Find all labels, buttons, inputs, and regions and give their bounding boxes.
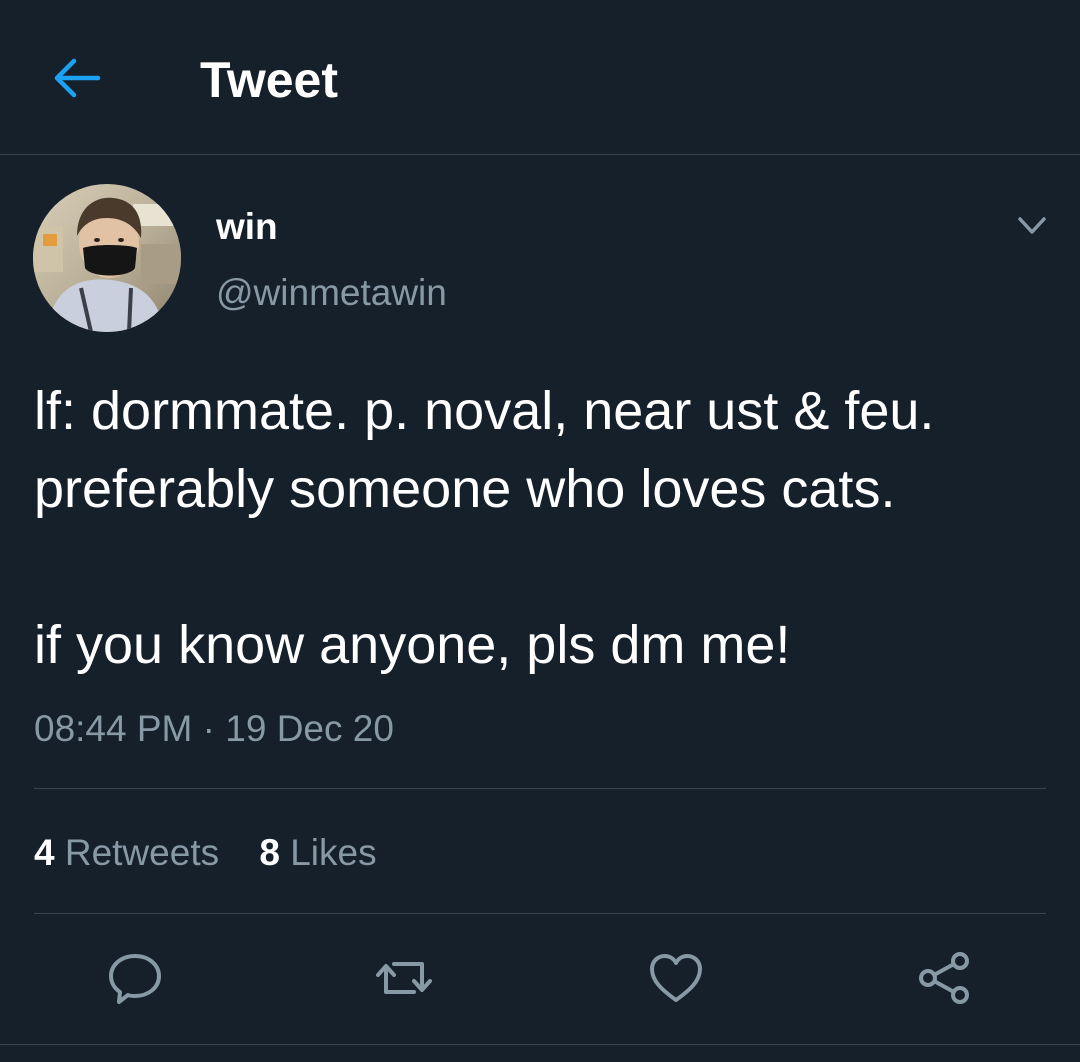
tweet-text-line (34, 528, 1064, 606)
tweet-date: 19 Dec 20 (225, 708, 394, 749)
chevron-down-icon (1018, 217, 1046, 234)
tweet-timestamp[interactable]: 08:44 PM · 19 Dec 20 (34, 706, 394, 752)
back-button[interactable] (48, 52, 104, 104)
retweets-count: 4 (34, 832, 55, 873)
like-button[interactable] (646, 948, 706, 1008)
reply-icon (109, 954, 161, 1004)
tweet-text-line: preferably someone who loves cats. (34, 459, 896, 519)
likes-stat[interactable]: 8 Likes (259, 832, 376, 873)
retweets-label: Retweets (64, 832, 220, 873)
author-display-name[interactable]: win (216, 205, 278, 249)
retweet-icon (376, 962, 432, 994)
retweet-button[interactable] (374, 948, 434, 1008)
timestamp-separator: · (192, 708, 226, 749)
avatar[interactable] (33, 184, 181, 332)
arrow-left-icon (54, 58, 101, 98)
tweet-text-line: lf: dormmate. p. noval, near ust & feu. (34, 381, 935, 441)
heart-icon (650, 954, 702, 1002)
share-icon (919, 952, 969, 1004)
tweet-time: 08:44 PM (34, 708, 193, 749)
tweet-text: lf: dormmate. p. noval, near ust & feu. … (34, 372, 1064, 684)
retweets-stat[interactable]: 4 Retweets (34, 832, 219, 873)
avatar-image (33, 184, 181, 332)
top-bar: Tweet (0, 0, 1080, 155)
divider (0, 1044, 1080, 1045)
page-title: Tweet (200, 52, 338, 108)
tweet-stats: 4 Retweets 8 Likes (34, 830, 407, 876)
likes-label: Likes (290, 832, 377, 873)
author-handle[interactable]: @winmetawin (216, 270, 447, 316)
more-options-button[interactable] (1012, 208, 1052, 244)
likes-count: 8 (259, 832, 280, 873)
tweet-text-line: if you know anyone, pls dm me! (34, 615, 791, 675)
reply-button[interactable] (105, 948, 165, 1008)
divider (34, 913, 1046, 914)
share-button[interactable] (914, 948, 974, 1008)
divider (34, 788, 1046, 789)
